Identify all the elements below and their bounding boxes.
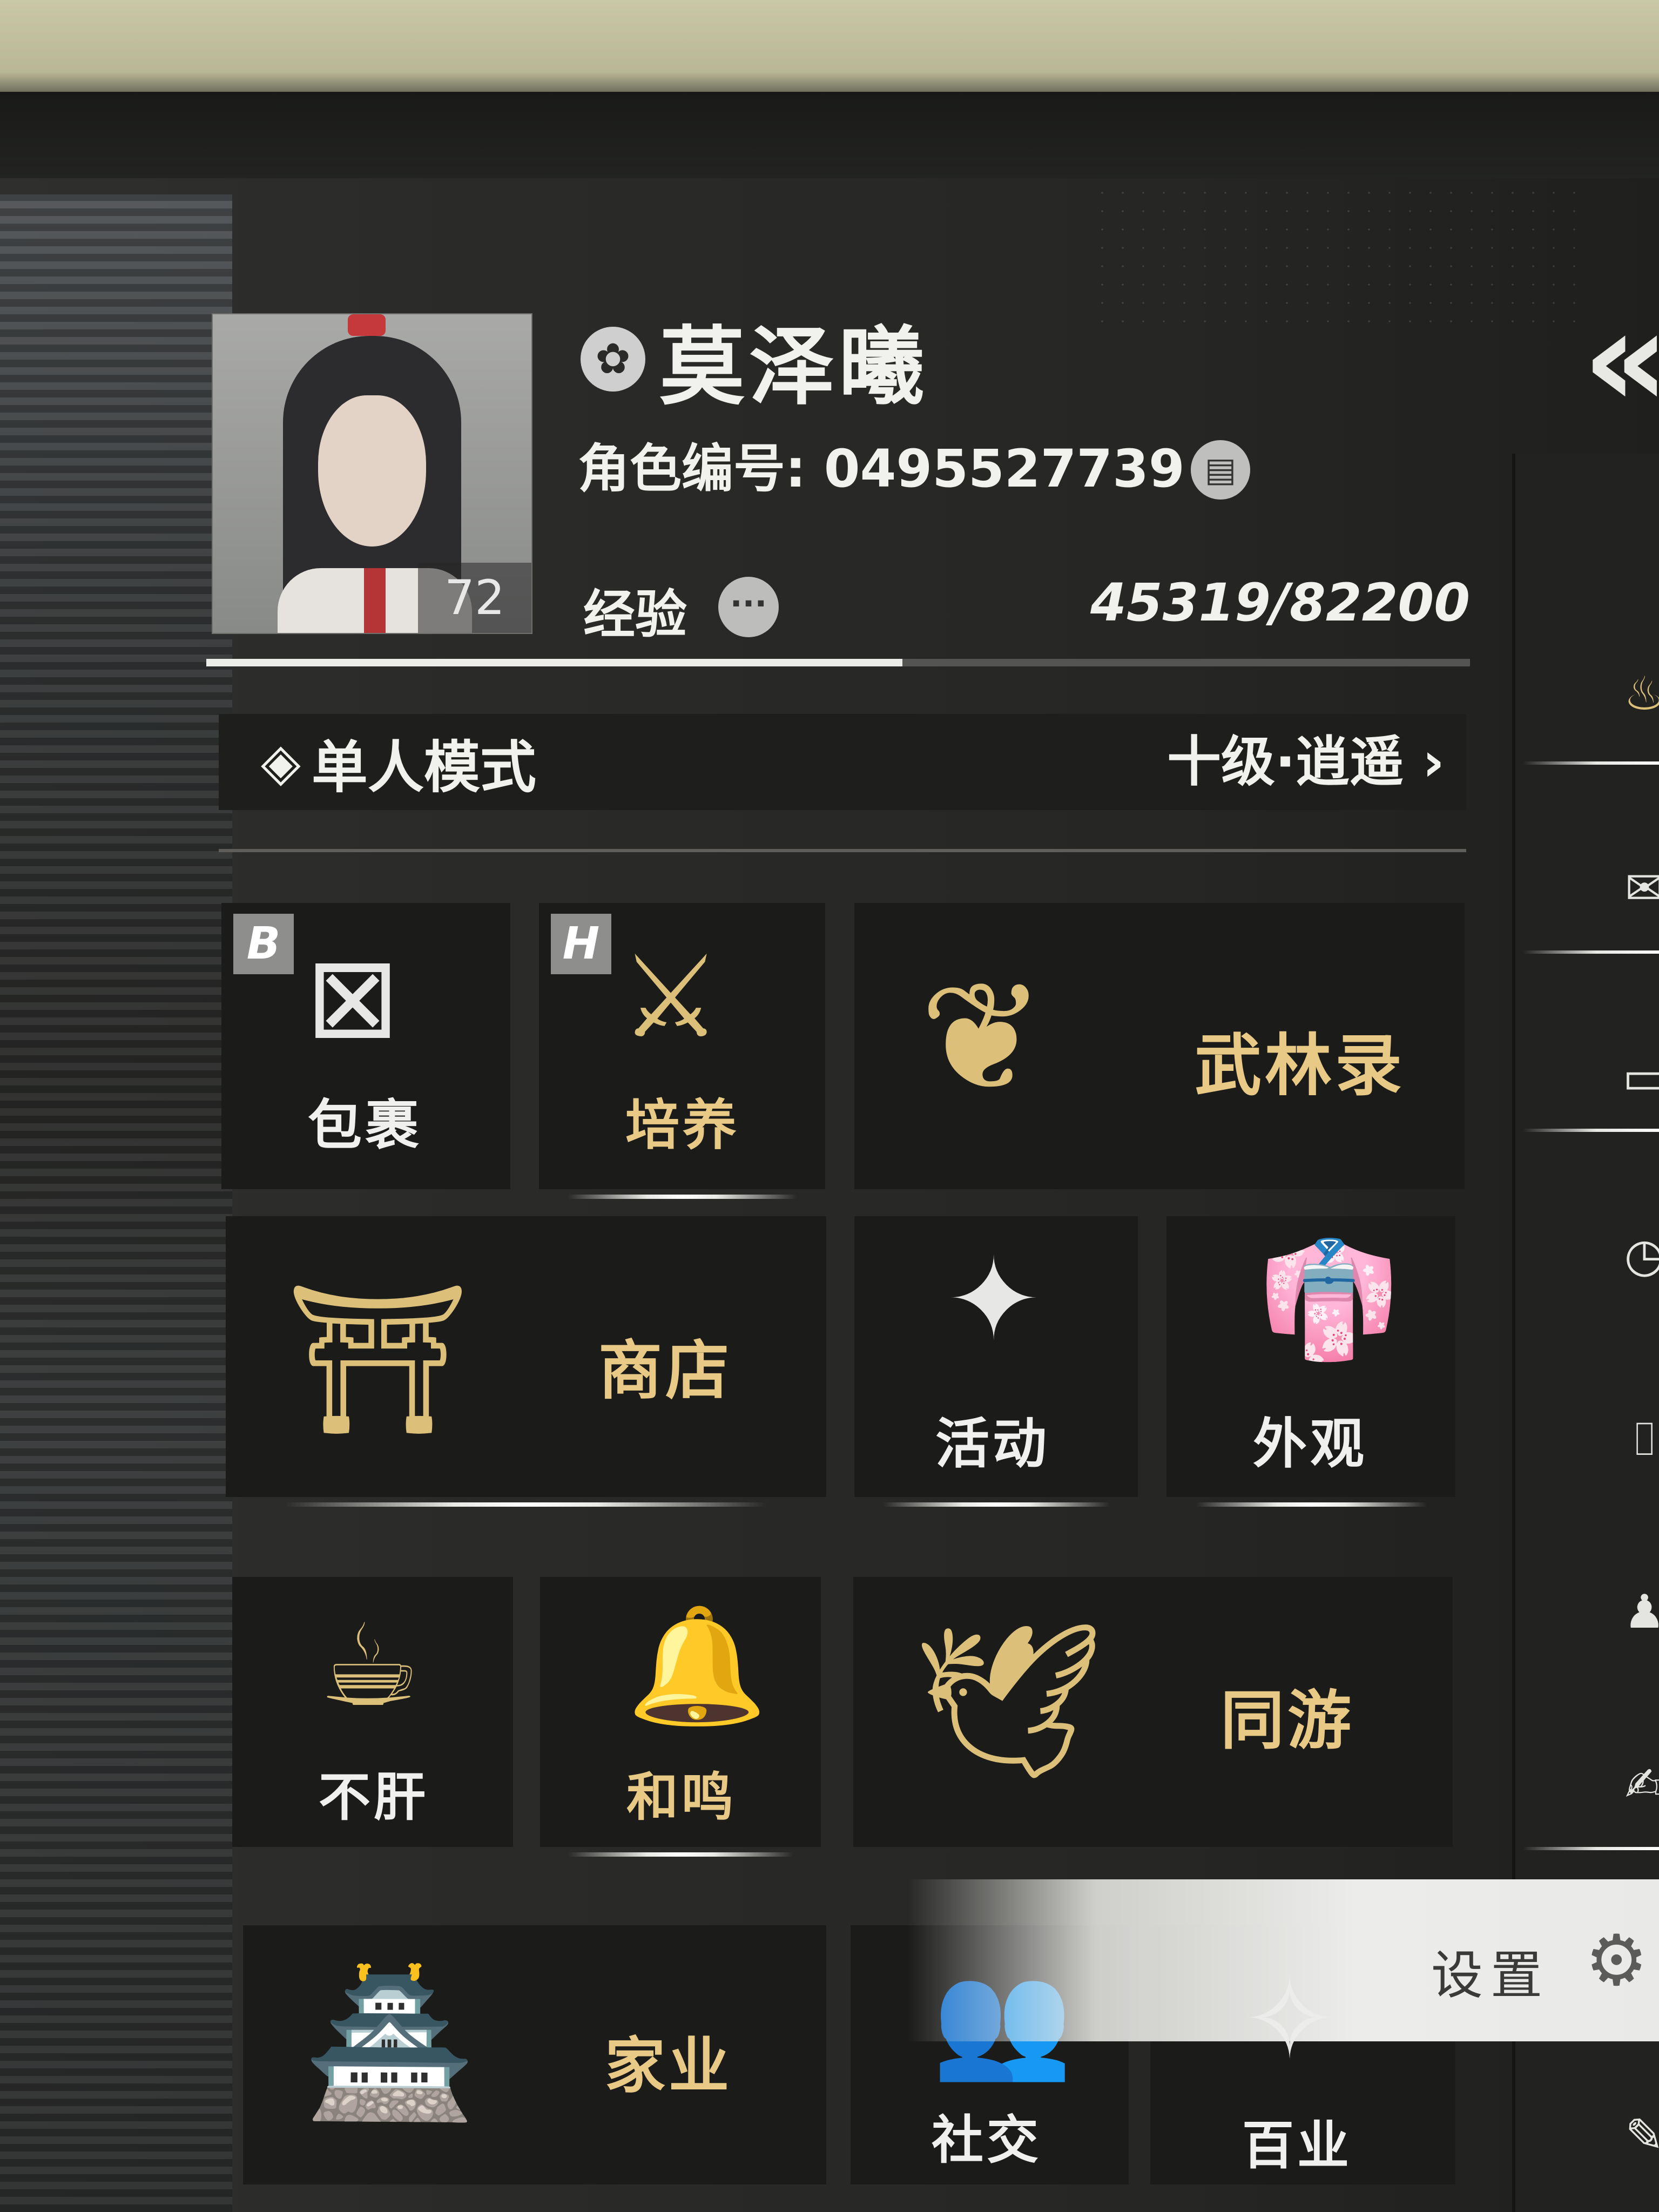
exp-bar-fill	[206, 659, 903, 666]
gear-icon[interactable]: ⚙	[1585, 1925, 1648, 1995]
sword-scroll-icon: ⚔	[620, 931, 722, 1063]
appearance-label: 外观	[1253, 1412, 1367, 1475]
school-emblem-icon: ✿	[581, 327, 645, 392]
exp-bar	[206, 659, 1470, 666]
lantern-icon[interactable]: ♨	[1615, 664, 1659, 724]
camera-icon[interactable]: ⌷	[1615, 1410, 1659, 1469]
avatar[interactable]: 72	[212, 313, 532, 634]
wulin-record-button[interactable]: ❦ 武林录	[854, 903, 1465, 1189]
buggan-button[interactable]: ☕ 不肝	[232, 1577, 513, 1847]
family-button[interactable]: 🏯 家业	[243, 1925, 826, 2184]
double-chevron-left-icon[interactable]: «	[1582, 292, 1659, 427]
level-badge: 72	[418, 563, 531, 633]
rank-link[interactable]: 十级·逍遥 ›	[1167, 714, 1445, 810]
cultivate-label: 培养	[625, 1094, 740, 1157]
buggan-label: 不肝	[319, 1767, 429, 1827]
clock-icon[interactable]: ◷	[1615, 1226, 1659, 1285]
hemin-label: 和鸣	[626, 1767, 737, 1827]
shop-pavilion-icon: ⛩	[285, 1274, 470, 1444]
shop-label: 商店	[598, 1333, 733, 1408]
settings-label[interactable]: 设置	[1431, 1933, 1550, 2008]
player-name: 莫泽曦	[659, 317, 928, 417]
scroll-pages-icon: ❦	[919, 950, 1046, 1126]
bell-icon: 🔔	[626, 1600, 768, 1732]
edit-icon[interactable]: ✎	[1615, 2106, 1659, 2166]
more-icon[interactable]: ···	[718, 577, 779, 637]
shop-button[interactable]: ⛩ 商店	[226, 1216, 826, 1507]
tongyou-label: 同游	[1220, 1683, 1355, 1758]
chevron-right-icon: ›	[1422, 730, 1445, 793]
appearance-button[interactable]: 👘 外观	[1166, 1216, 1455, 1507]
cranes-icon: 🕊	[913, 1613, 1105, 1789]
robe-icon: 👘	[1258, 1233, 1400, 1366]
hemin-button[interactable]: 🔔 和鸣	[540, 1577, 821, 1857]
cultivate-button[interactable]: H ⚔ 培养	[539, 903, 825, 1199]
starry-decoration	[1092, 184, 1578, 324]
background-wall	[0, 0, 1659, 103]
exp-label: 经验	[583, 584, 687, 645]
monitor-bezel	[0, 92, 1659, 189]
hotkey-h: H	[551, 914, 611, 974]
baiye-label: 百业	[1242, 2115, 1352, 2176]
bird-icon: ✦	[946, 1233, 1041, 1366]
mode-bar[interactable]: ◈ 单人模式 十级·逍遥 ›	[219, 714, 1466, 810]
game-scene-left	[0, 194, 232, 2212]
mode-label: 单人模式	[311, 734, 536, 800]
bag-button[interactable]: B ⊠ 包裹	[221, 903, 510, 1189]
divider	[219, 849, 1466, 852]
scroll-icon[interactable]: ▭	[1615, 1048, 1659, 1107]
bundle-icon: ⊠	[305, 931, 400, 1063]
family-label: 家业	[605, 2031, 732, 2101]
social-label: 社交	[932, 2110, 1042, 2170]
quill-icon[interactable]: ✍	[1615, 1755, 1659, 1815]
rank-text: 十级·逍遥	[1166, 730, 1404, 793]
mail-icon[interactable]: ✉	[1615, 859, 1659, 918]
character-icon[interactable]: ♟	[1615, 1582, 1659, 1642]
wulin-record-label: 武林录	[1195, 1027, 1406, 1105]
house-blossom-icon: 🏯	[302, 1963, 477, 2126]
activity-label: 活动	[935, 1412, 1050, 1475]
bag-label: 包裹	[308, 1094, 422, 1157]
character-id: 角色编号: 0495527739	[578, 439, 1185, 499]
tea-cup-icon: ☕	[319, 1600, 421, 1732]
exp-value: 45319/82200	[1090, 572, 1470, 633]
mode-switch-icon: ◈	[261, 732, 301, 792]
hotkey-b: B	[233, 914, 294, 974]
activity-button[interactable]: ✦ 活动	[854, 1216, 1138, 1507]
tongyou-button[interactable]: 🕊 同游	[853, 1577, 1453, 1847]
player-name-row: ✿ 莫泽曦	[581, 308, 928, 417]
copy-icon[interactable]: ▤	[1191, 440, 1250, 500]
